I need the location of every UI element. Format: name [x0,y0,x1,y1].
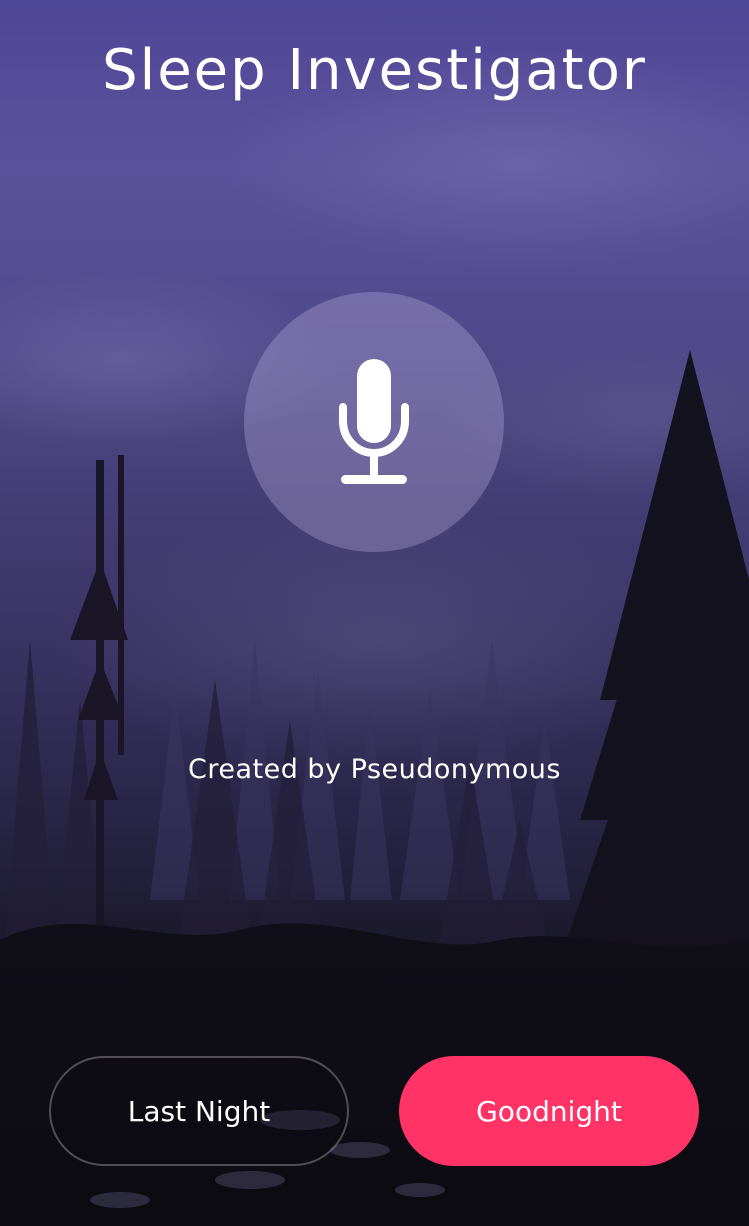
credit-text: Created by Pseudonymous [188,754,561,785]
record-button[interactable] [244,292,504,552]
forest-background-image [0,50,749,1226]
last-night-label: Last Night [127,1094,271,1128]
sleep-investigator-screen: Sleep Investigator Created by Pseudonymo… [0,0,749,1226]
last-night-button[interactable]: Last Night [49,1056,349,1166]
goodnight-label: Goodnight [476,1094,622,1128]
goodnight-button[interactable]: Goodnight [399,1056,699,1166]
app-title: Sleep Investigator [102,38,647,103]
microphone-icon [339,359,409,484]
